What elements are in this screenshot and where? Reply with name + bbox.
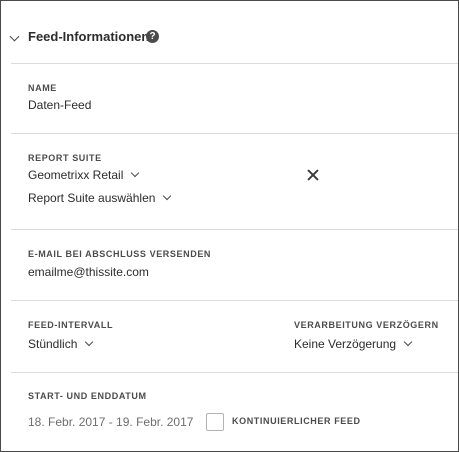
- continuous-feed-checkbox[interactable]: [206, 413, 224, 431]
- chevron-down-icon[interactable]: [9, 31, 20, 42]
- interval-label: FEED-INTERVALL: [28, 320, 114, 330]
- report-suite-label: REPORT SUITE: [28, 153, 102, 163]
- email-label: E-MAIL BEI ABSCHLUSS VERSENDEN: [28, 249, 212, 259]
- report-suite-dropdown[interactable]: Geometrixx Retail: [28, 168, 140, 182]
- caret-down-icon: [85, 337, 94, 347]
- email-field[interactable]: emailme@thissite.com: [28, 265, 149, 279]
- name-value[interactable]: Daten-Feed: [28, 98, 91, 112]
- section-header[interactable]: Feed-Informationen ?: [1, 1, 458, 63]
- divider: [11, 300, 458, 301]
- report-suite-add-label: Report Suite auswählen: [28, 191, 156, 205]
- continuous-feed-label: KONTINUIERLICHER FEED: [232, 416, 361, 426]
- divider: [11, 63, 458, 64]
- divider: [11, 133, 458, 134]
- divider: [11, 229, 458, 230]
- dates-label: START- UND ENDDATUM: [28, 391, 147, 401]
- section-title: Feed-Informationen: [28, 29, 150, 44]
- help-icon[interactable]: ?: [146, 30, 159, 43]
- close-icon[interactable]: [306, 168, 320, 182]
- interval-value: Stündlich: [28, 337, 78, 351]
- report-suite-selected: Geometrixx Retail: [28, 168, 124, 182]
- interval-dropdown[interactable]: Stündlich: [28, 337, 94, 351]
- caret-down-icon: [163, 191, 172, 201]
- delay-dropdown[interactable]: Keine Verzögerung: [294, 337, 413, 351]
- delay-label: VERARBEITUNG VERZÖGERN: [294, 320, 439, 330]
- caret-down-icon: [403, 337, 413, 347]
- caret-down-icon: [131, 168, 140, 178]
- divider: [11, 372, 458, 373]
- report-suite-add-dropdown[interactable]: Report Suite auswählen: [28, 191, 172, 205]
- feed-information-panel: Feed-Informationen ? NAME Daten-Feed REP…: [0, 0, 459, 452]
- name-label: NAME: [28, 83, 57, 93]
- delay-value: Keine Verzögerung: [294, 337, 397, 351]
- date-range-field[interactable]: 18. Febr. 2017 - 19. Febr. 2017: [28, 415, 193, 429]
